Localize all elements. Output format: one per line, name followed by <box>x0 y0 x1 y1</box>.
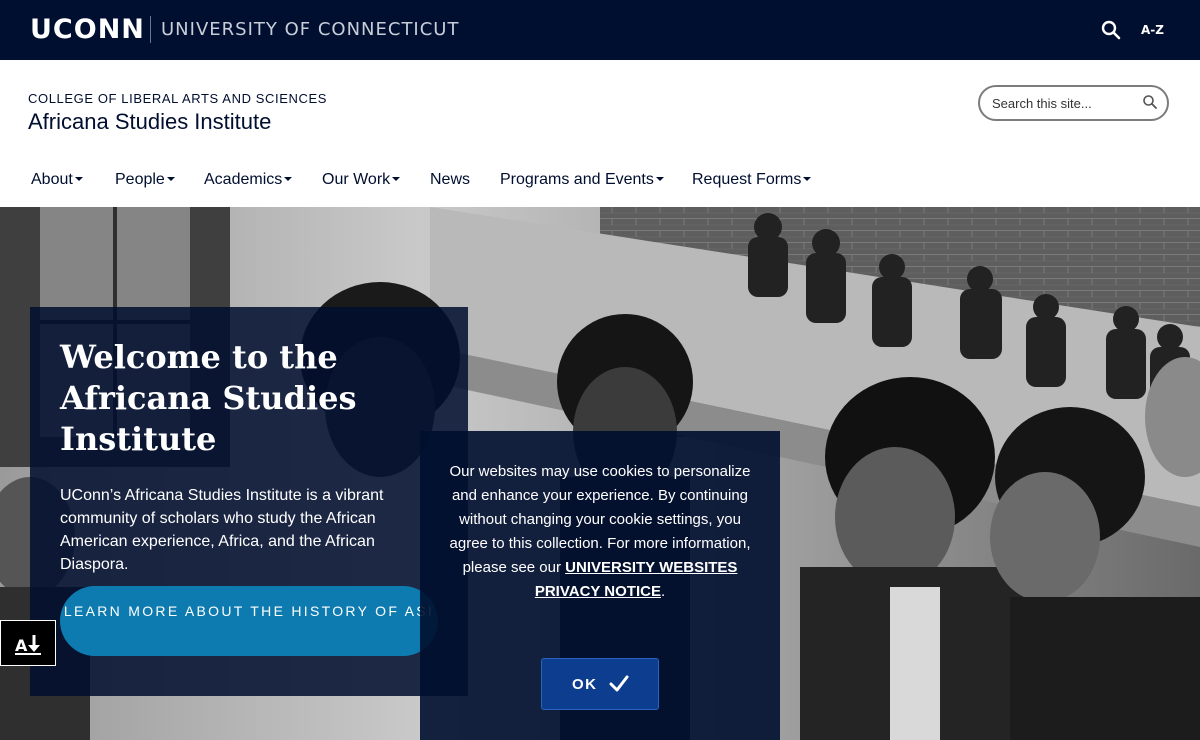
nav-item-our-work[interactable]: Our Work <box>322 170 401 190</box>
nav-item-label: About <box>31 171 73 188</box>
university-name[interactable]: UNIVERSITY OF CONNECTICUT <box>161 19 459 41</box>
search-icon[interactable] <box>1142 94 1158 110</box>
nav-item-label: News <box>430 171 471 188</box>
a-z-index-link[interactable]: A-Z <box>1141 22 1164 38</box>
accessibility-download-button[interactable]: A <box>0 620 56 666</box>
caret-down-icon <box>803 177 812 181</box>
logo-divider <box>150 16 151 43</box>
cookie-notice-text: Our websites may use cookies to personal… <box>446 460 754 604</box>
nav-item-label: People <box>115 171 165 188</box>
uconn-logo[interactable]: UCONN <box>30 13 145 47</box>
caret-down-icon <box>655 177 664 181</box>
nav-item-label: Programs and Events <box>500 171 654 188</box>
svg-text:A: A <box>15 636 28 655</box>
college-name[interactable]: COLLEGE OF LIBERAL ARTS AND SCIENCES <box>28 91 327 107</box>
nav-item-label: Our Work <box>322 171 391 188</box>
accessibility-download-icon: A <box>15 635 41 655</box>
site-search-box <box>978 85 1169 121</box>
learn-more-history-button[interactable]: LEARN MORE ABOUT THE HISTORY OF ASI <box>60 586 438 656</box>
main-navigation: About People Academics Our Work News Pro… <box>0 160 1200 200</box>
nav-item-programs-and-events[interactable]: Programs and Events <box>500 170 664 190</box>
welcome-heading: Welcome to the Africana Studies Institut… <box>60 338 357 458</box>
nav-item-news[interactable]: News <box>430 170 470 190</box>
caret-down-icon <box>284 177 293 181</box>
nav-item-people[interactable]: People <box>115 170 175 190</box>
nav-item-about[interactable]: About <box>31 170 83 190</box>
nav-item-request-forms[interactable]: Request Forms <box>692 170 812 190</box>
caret-down-icon <box>392 177 401 181</box>
site-search-input[interactable] <box>992 93 1137 113</box>
search-icon[interactable] <box>1100 19 1122 41</box>
nav-item-label: Academics <box>204 171 283 188</box>
top-bar: UCONN UNIVERSITY OF CONNECTICUT A-Z <box>0 0 1200 60</box>
cookie-ok-button[interactable]: OK <box>541 658 659 710</box>
nav-item-academics[interactable]: Academics <box>204 170 293 190</box>
privacy-notice-link[interactable]: UNIVERSITY WEBSITES PRIVACY NOTICE <box>535 559 738 600</box>
check-icon <box>609 675 629 692</box>
cookie-notice-end: . <box>660 583 666 600</box>
ok-button-label: OK <box>572 676 598 693</box>
caret-down-icon <box>166 177 175 181</box>
welcome-description: UConn’s Africana Studies Institute is a … <box>60 487 384 573</box>
caret-down-icon <box>74 177 83 181</box>
nav-item-label: Request Forms <box>692 171 802 188</box>
site-title[interactable]: Africana Studies Institute <box>28 108 271 136</box>
